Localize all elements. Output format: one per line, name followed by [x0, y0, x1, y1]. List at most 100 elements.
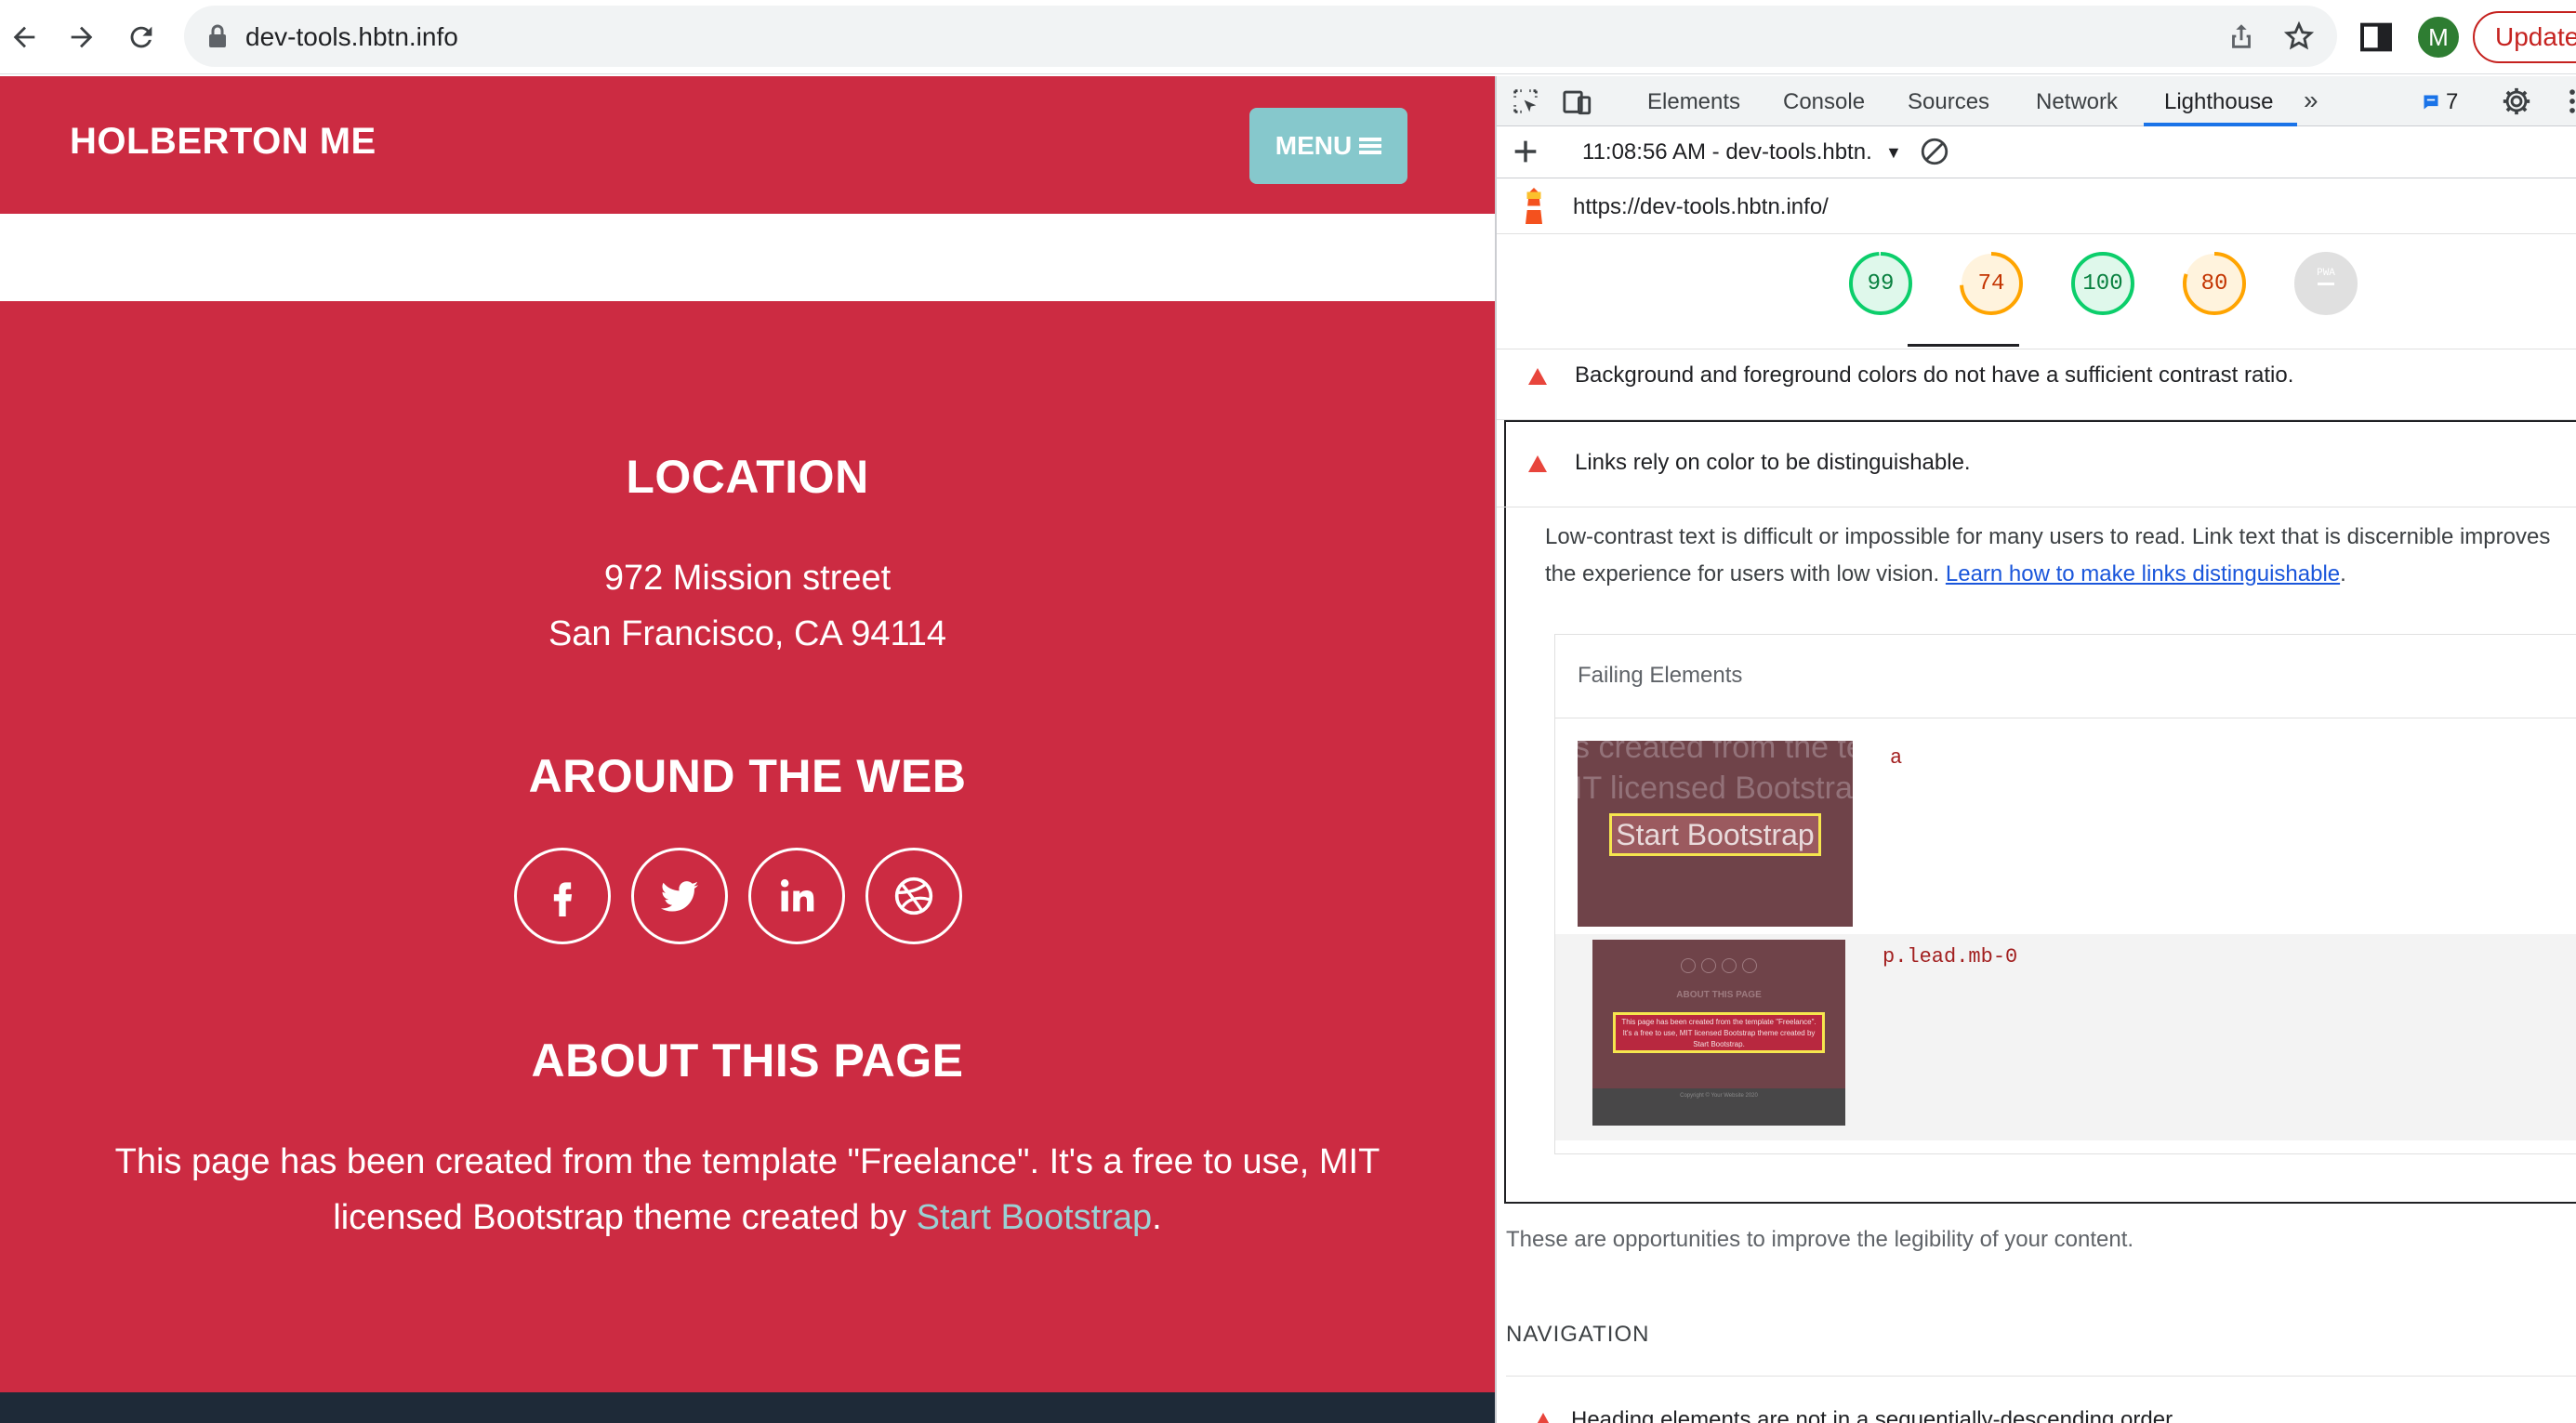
- score-gauges: 99 74 100 80 PWA: [1497, 234, 2576, 349]
- address-bar[interactable]: dev-tools.hbtn.info: [184, 6, 2337, 67]
- warning-triangle-icon: [1534, 1413, 1552, 1423]
- thumb-heading: ABOUT THIS PAGE: [1676, 990, 1762, 1000]
- audit-contrast-title: Background and foreground colors do not …: [1575, 362, 2294, 388]
- issues-icon: [2424, 95, 2438, 110]
- gauge-score: 80: [2200, 270, 2228, 296]
- tab-sources[interactable]: Sources: [1908, 89, 1989, 115]
- share-icon[interactable]: [2226, 20, 2257, 52]
- side-panel-icon[interactable]: [2358, 19, 2395, 56]
- thumb-highlight: This page has been created from the temp…: [1613, 1012, 1825, 1053]
- about-paragraph: This page has been created from the temp…: [0, 1134, 1495, 1245]
- thumb-footer: Copyright © Your Website 2020: [1592, 1088, 1845, 1126]
- browser-toolbar: dev-tools.hbtn.info M Update: [0, 0, 2576, 74]
- gauge-accessibility[interactable]: 74: [1959, 251, 2024, 316]
- device-toolbar-icon[interactable]: [1562, 86, 1593, 117]
- web-page: HOLBERTON ME MENU LOCATION 972 Mission s…: [0, 76, 1495, 1423]
- more-tabs-icon[interactable]: »: [2304, 86, 2318, 115]
- warning-triangle-icon: [1528, 368, 1547, 385]
- address-line-1: 972 Mission street: [603, 559, 892, 598]
- dribbble-button[interactable]: [865, 848, 962, 944]
- reload-button[interactable]: [119, 15, 164, 59]
- bookmark-star-icon[interactable]: [2283, 20, 2315, 52]
- dribbble-icon: [894, 876, 933, 916]
- learn-more-link[interactable]: Learn how to make links distinguishable: [1946, 561, 2340, 586]
- gauge-score: 100: [2082, 270, 2123, 296]
- devtools-tabbar: Elements Console Sources Network Lightho…: [1497, 76, 2576, 126]
- thumb-highlight: Start Bootstrap: [1609, 813, 1821, 856]
- white-band: [0, 214, 1495, 301]
- report-url-bar: https://dev-tools.hbtn.info/: [1497, 178, 2576, 234]
- node-screenshot-thumbnail[interactable]: s created from the te IT licensed Bootst…: [1578, 741, 1853, 927]
- tab-elements[interactable]: Elements: [1647, 89, 1740, 115]
- hamburger-icon: [1359, 138, 1382, 154]
- description-period: .: [2340, 561, 2346, 586]
- failing-row[interactable]: ABOUT THIS PAGE This page has been creat…: [1555, 934, 2576, 1140]
- lock-icon: [209, 24, 226, 47]
- address-url[interactable]: dev-tools.hbtn.info: [245, 22, 458, 52]
- twitter-icon: [660, 881, 699, 912]
- description-line-2: the experience for users with low vision…: [1545, 556, 2576, 593]
- location-title: LOCATION: [626, 451, 869, 503]
- gauge-best-practices[interactable]: 100: [2070, 251, 2135, 316]
- lighthouse-logo-icon: [1526, 188, 1542, 224]
- audit-description: Low-contrast text is difficult or imposs…: [1545, 519, 2576, 593]
- inspect-element-icon[interactable]: [1510, 86, 1541, 117]
- arrow-right-icon: [71, 26, 93, 48]
- selected-gauge-indicator: [1908, 344, 2019, 347]
- thumb-text: IT licensed Bootstra: [1578, 771, 1853, 806]
- node-selector[interactable]: a: [1890, 746, 1902, 770]
- warning-triangle-icon: [1528, 455, 1547, 472]
- site-brand[interactable]: HOLBERTON ME: [70, 121, 376, 163]
- address-line-2: San Francisco, CA 94114: [548, 614, 947, 653]
- site-navbar: HOLBERTON ME MENU: [0, 76, 1495, 214]
- site-footer: [0, 1392, 1495, 1423]
- report-selector[interactable]: 11:08:56 AM - dev-tools.hbtn.: [1582, 139, 1872, 165]
- failing-elements-label: Failing Elements: [1578, 663, 1743, 688]
- node-selector[interactable]: p.lead.mb-0: [1882, 945, 2017, 968]
- tab-lighthouse[interactable]: Lighthouse: [2164, 89, 2273, 115]
- forward-button[interactable]: [59, 15, 104, 59]
- tab-console[interactable]: Console: [1783, 89, 1865, 115]
- menu-label: MENU: [1275, 131, 1353, 160]
- report-url[interactable]: https://dev-tools.hbtn.info/: [1573, 194, 1829, 220]
- divider: [1506, 1376, 2576, 1377]
- description-text: the experience for users with low vision…: [1545, 561, 1946, 586]
- clear-block-icon[interactable]: [1919, 136, 1950, 167]
- about-text-after: .: [1152, 1198, 1162, 1237]
- devtools-panel: Elements Console Sources Network Lightho…: [1495, 76, 2576, 1423]
- navigation-group-heading: NAVIGATION: [1506, 1322, 1650, 1347]
- reload-icon: [130, 26, 152, 48]
- gauge-performance[interactable]: 99: [1848, 251, 1913, 316]
- node-screenshot-thumbnail[interactable]: ABOUT THIS PAGE This page has been creat…: [1592, 940, 1845, 1126]
- menu-button[interactable]: MENU: [1249, 108, 1407, 184]
- tab-network[interactable]: Network: [2036, 89, 2118, 115]
- audit-heading-order-title[interactable]: Heading elements are not in a sequential…: [1571, 1407, 2173, 1423]
- kebab-menu-icon[interactable]: [2556, 86, 2576, 117]
- gauge-pwa-label: PWA: [2317, 268, 2335, 279]
- facebook-icon: [553, 882, 573, 916]
- gauge-pwa[interactable]: PWA: [2293, 251, 2358, 316]
- twitter-button[interactable]: [631, 848, 728, 944]
- description-line-1: Low-contrast text is difficult or imposs…: [1545, 524, 2551, 549]
- facebook-button[interactable]: [514, 848, 611, 944]
- failing-row[interactable]: s created from the te IT licensed Bootst…: [1555, 718, 2576, 934]
- thumb-social-icons: [1592, 958, 1845, 973]
- dropdown-caret-icon[interactable]: ▼: [1885, 143, 1902, 163]
- failing-elements-header: Failing Elements: [1555, 635, 2576, 718]
- profile-avatar[interactable]: M: [2418, 17, 2459, 58]
- gauge-score: 74: [1977, 270, 2005, 296]
- start-bootstrap-link[interactable]: Start Bootstrap: [917, 1198, 1152, 1237]
- audit-links[interactable]: Links rely on color to be distinguishabl…: [1497, 422, 2576, 507]
- arrow-left-icon: [13, 26, 35, 48]
- back-button[interactable]: [2, 15, 46, 59]
- linkedin-button[interactable]: [748, 848, 845, 944]
- report-toolbar: 11:08:56 AM - dev-tools.hbtn. ▼: [1497, 126, 2576, 178]
- issues-button[interactable]: 7: [2422, 89, 2458, 115]
- update-button[interactable]: Update: [2473, 11, 2576, 63]
- audit-contrast[interactable]: Background and foreground colors do not …: [1497, 349, 2576, 420]
- settings-gear-icon[interactable]: [2501, 86, 2532, 117]
- thumb-text: s created from the te: [1578, 741, 1853, 765]
- plus-icon[interactable]: [1510, 136, 1541, 167]
- gauge-seo[interactable]: 80: [2182, 251, 2247, 316]
- issues-count: 7: [2446, 89, 2459, 114]
